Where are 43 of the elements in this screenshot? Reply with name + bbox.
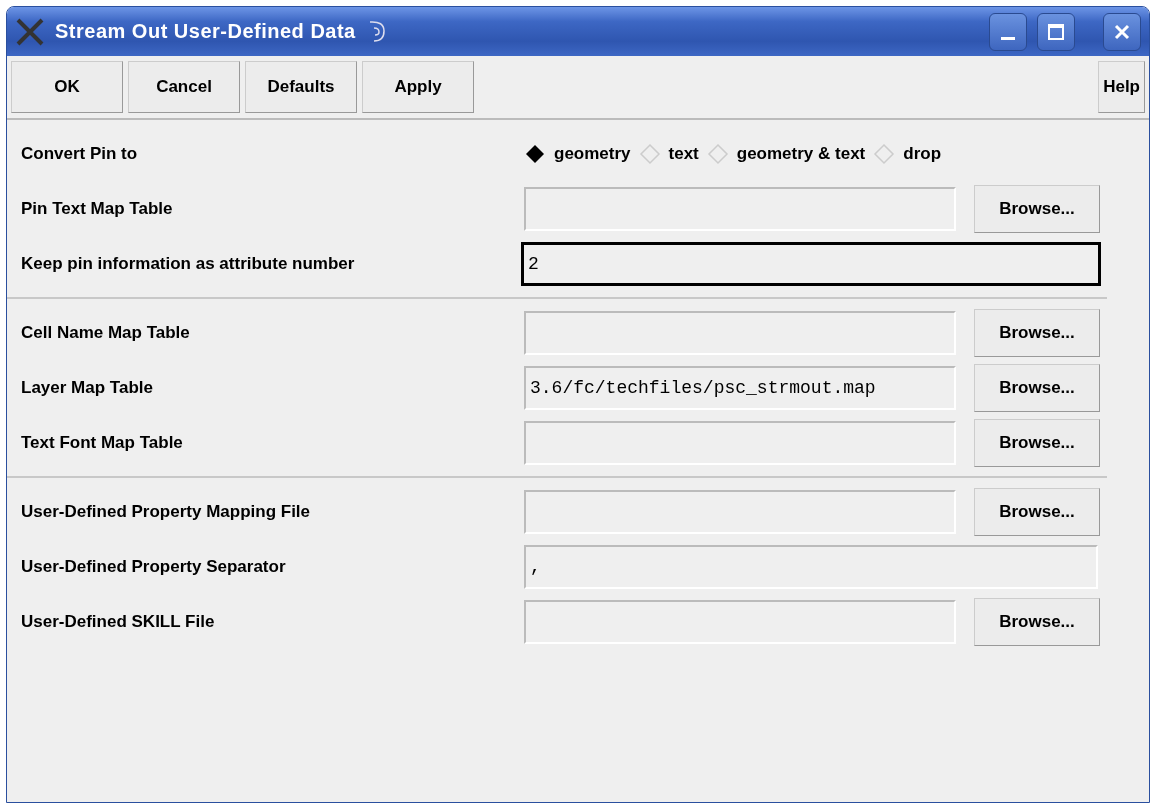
minimize-button[interactable] (989, 12, 1027, 51)
field-label: User-Defined Property Mapping File (21, 501, 312, 522)
field-label: User-Defined SKILL File (21, 611, 216, 632)
radio-button-icon[interactable] (638, 142, 661, 165)
radio-option[interactable]: geometry & text (732, 143, 870, 164)
input-field[interactable] (524, 186, 956, 231)
input-field[interactable]: , (524, 544, 1098, 589)
toolbar-button[interactable]: Apply (362, 61, 474, 113)
input-field[interactable]: 2 (521, 241, 1101, 286)
field-label: Convert Pin to (21, 143, 139, 164)
field-label: Text Font Map Table (21, 432, 184, 453)
input-field[interactable] (524, 420, 956, 465)
radio-button-icon[interactable] (706, 142, 729, 165)
browse-button[interactable]: Browse... (974, 487, 1100, 536)
browse-button[interactable]: Browse... (974, 418, 1100, 467)
radio-option[interactable]: drop (899, 143, 946, 164)
field-label: Pin Text Map Table (21, 198, 174, 219)
input-field[interactable] (524, 489, 956, 534)
browse-button[interactable]: Browse... (974, 184, 1100, 233)
radio-button-icon[interactable] (524, 142, 546, 165)
close-button[interactable] (1103, 12, 1141, 51)
toolbar-button[interactable]: Defaults (245, 61, 357, 113)
toolbar-button[interactable]: Cancel (128, 61, 240, 113)
field-label: User-Defined Property Separator (21, 556, 287, 577)
field-label: Layer Map Table (21, 377, 154, 398)
help-button[interactable]: Help (1098, 61, 1145, 113)
maximize-button[interactable] (1037, 12, 1075, 51)
input-field[interactable]: 3.6/fc/techfiles/psc_strmout.map (524, 365, 956, 410)
radio-option[interactable]: geometry (550, 143, 635, 164)
input-field[interactable] (524, 310, 956, 355)
x-logo-icon (15, 16, 45, 47)
field-label: Cell Name Map Table (21, 322, 191, 343)
window-title: Stream Out User-Defined Data (55, 20, 356, 43)
radio-button-icon[interactable] (873, 142, 896, 165)
browse-button[interactable]: Browse... (974, 363, 1100, 412)
browse-button[interactable]: Browse... (974, 597, 1100, 646)
field-label: Keep pin information as attribute number (21, 253, 356, 274)
maximize-icon (1046, 21, 1066, 42)
radio-option[interactable]: text (664, 143, 703, 164)
toolbar-button[interactable]: OK (11, 61, 123, 113)
input-field[interactable] (524, 599, 956, 644)
browse-button[interactable]: Browse... (974, 308, 1100, 357)
minimize-icon (1001, 37, 1015, 40)
